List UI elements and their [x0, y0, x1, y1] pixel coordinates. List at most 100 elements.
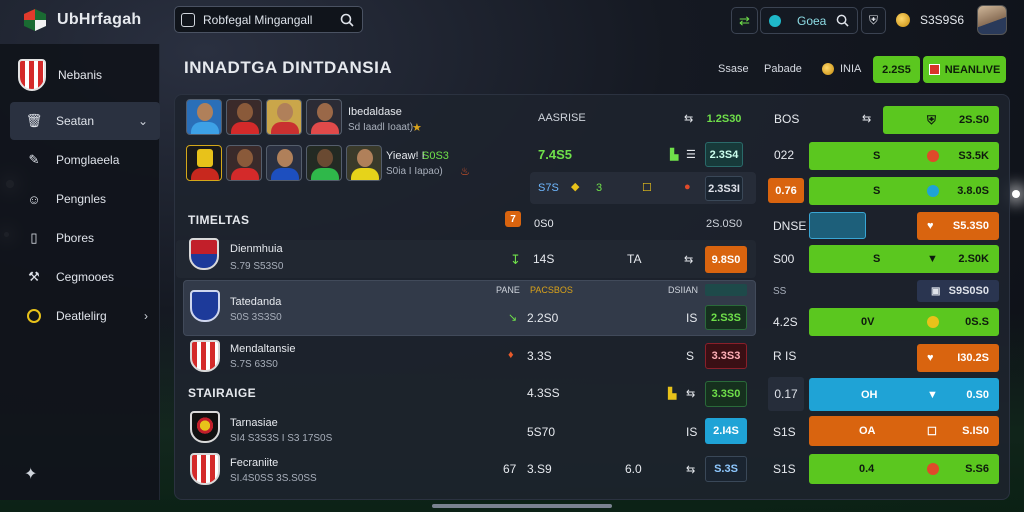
- header-link-ssase[interactable]: Ssase: [718, 63, 749, 75]
- odds-label: S: [873, 185, 881, 197]
- player-avatar[interactable]: [226, 145, 262, 181]
- odds-button[interactable]: OH ▼ 0.S0: [809, 378, 999, 411]
- standings-title: STAIRAIGE: [188, 386, 257, 400]
- score-box[interactable]: S.3S: [705, 456, 747, 482]
- odds-value: S.IS0: [962, 425, 989, 437]
- sidebar-item-seatan[interactable]: 🗑︎ Seatan ⌄: [10, 102, 160, 140]
- column-header: PANE: [496, 285, 520, 295]
- score-box[interactable]: 2.S3S: [705, 305, 747, 330]
- odds-value: 2.S0K: [958, 253, 989, 265]
- right-label: 4.2S: [773, 315, 798, 329]
- odds-label: S: [873, 253, 881, 265]
- team-crest-icon: [190, 411, 220, 443]
- sidebar-item-cegmooes[interactable]: ⚒ Cegmooes: [10, 258, 160, 296]
- right-label: DNSE: [773, 219, 807, 233]
- score-box[interactable]: 3.3S3: [705, 343, 747, 369]
- squad-row-1: [186, 99, 342, 135]
- trophy-icon: ▙: [668, 388, 677, 400]
- odds-empty-box[interactable]: [809, 212, 866, 239]
- search-input[interactable]: Robfegal Mingangall: [174, 6, 363, 33]
- odds-value: 2S.S0: [959, 114, 989, 126]
- chevron-right-icon: ›: [144, 309, 148, 323]
- right-label: S1S: [773, 462, 796, 476]
- team-crest-icon: [189, 238, 219, 270]
- odds-button[interactable]: 0V 0S.S: [809, 308, 999, 336]
- right-label-badge[interactable]: 0.76: [768, 178, 804, 203]
- stat-box[interactable]: 2.3S4: [705, 142, 743, 167]
- stadium-light: [1012, 190, 1020, 198]
- score-box[interactable]: 2.I4S: [705, 418, 747, 444]
- player-avatar[interactable]: [306, 99, 342, 135]
- team-sub: S.79 S53S0: [230, 261, 284, 272]
- user-avatar[interactable]: [977, 5, 1007, 35]
- squad-sub-2: S0ia I Iapao): [386, 166, 443, 177]
- odds-label: 0.4: [859, 463, 875, 475]
- player-avatar[interactable]: [346, 145, 382, 181]
- stat-value: 3: [596, 182, 603, 194]
- sidebar-item-deatlelirg[interactable]: Deatlelirg ›: [10, 297, 160, 335]
- odds-value: 0.S0: [966, 388, 989, 401]
- phone-icon: ▯: [30, 230, 38, 245]
- odds-label: S: [873, 150, 881, 162]
- horizontal-scrollbar[interactable]: [432, 504, 612, 508]
- header-pill-value[interactable]: 2.2S5: [873, 56, 920, 83]
- sidebar-item-pbores[interactable]: ▯ Pbores: [10, 219, 160, 257]
- score-box[interactable]: 3.3S0: [705, 381, 747, 407]
- shield-icon: ▼: [927, 388, 938, 401]
- standings-value: 3.S9: [527, 462, 552, 476]
- header-link-pabade[interactable]: Pabade: [764, 63, 802, 75]
- odds-button[interactable]: S S3.5K: [809, 142, 999, 170]
- player-avatar[interactable]: [226, 99, 262, 135]
- team-sub: S0S 3S3S0: [230, 312, 282, 323]
- sidebar-item-label: Pomglaeela: [56, 153, 120, 167]
- transfer-button[interactable]: ⇄: [731, 7, 758, 34]
- player-avatar[interactable]: [306, 145, 342, 181]
- odds-value: I30.2S: [957, 352, 989, 364]
- odds-button[interactable]: ⛨ 2S.S0: [883, 106, 999, 134]
- sidebar-team[interactable]: Nebanis: [18, 59, 102, 91]
- player-avatar[interactable]: [186, 99, 222, 135]
- column-header-box: [705, 284, 747, 296]
- users-icon: ☺: [27, 191, 41, 207]
- stat-box[interactable]: 2.3S3I: [705, 176, 743, 201]
- fixture-value: S: [686, 349, 695, 363]
- search-icon[interactable]: [340, 13, 354, 27]
- sidebar-item-pomglaeela[interactable]: ✎ Pomglaeela: [10, 141, 160, 179]
- club-badge[interactable]: [186, 145, 222, 181]
- column-header: PACSBOS: [530, 285, 573, 295]
- stat-value: S7S: [538, 182, 559, 194]
- odds-button[interactable]: S 3.8.0S: [809, 177, 999, 205]
- goal-button[interactable]: Goea: [760, 7, 858, 34]
- sidebar-item-pengnles[interactable]: ☺ Pengnles: [10, 180, 160, 218]
- player-avatar[interactable]: [266, 145, 302, 181]
- live-button[interactable]: NEANLIVE: [923, 56, 1006, 83]
- balance-value: S3S9S6: [920, 13, 965, 27]
- team-crest-icon: [190, 290, 220, 322]
- right-label: S1S: [773, 425, 796, 439]
- player-avatar[interactable]: [266, 99, 302, 135]
- right-label-box: 0.17: [768, 377, 804, 411]
- badge-icon: [927, 463, 939, 475]
- shield-icon: ⛨: [868, 13, 878, 27]
- team-sub: SI4 S3S3S I S3 17S0S: [230, 433, 333, 444]
- odds-button[interactable]: OA ☐ S.IS0: [809, 416, 999, 446]
- odds-button[interactable]: 0.4 S.S6: [809, 454, 999, 484]
- score-box[interactable]: 9.8S0: [705, 246, 747, 273]
- badge-icon: [927, 316, 939, 328]
- settings-icon[interactable]: ✦: [24, 464, 37, 484]
- odds-button[interactable]: ♥ S5.3S0: [917, 212, 999, 240]
- team-crest-icon: [190, 340, 220, 372]
- star-icon: ★: [412, 122, 422, 134]
- page-title: INNADTGA DINTDANSIA: [184, 58, 393, 77]
- ball-icon: ●: [684, 181, 691, 193]
- squad-row-2: [186, 145, 382, 181]
- sidebar-item-label: Pbores: [56, 231, 95, 245]
- bar-chart-icon: ▙: [670, 149, 679, 161]
- odds-button[interactable]: ♥ I30.2S: [917, 344, 999, 372]
- right-label: BOS: [774, 112, 800, 126]
- shield-button[interactable]: ⛨: [861, 7, 886, 34]
- arrow-icon: ↧: [510, 252, 521, 267]
- odds-button[interactable]: ▣ S9S0S0: [917, 280, 999, 302]
- fixtures-value: 0S0: [534, 218, 554, 230]
- odds-button[interactable]: S ▼ 2.S0K: [809, 245, 999, 273]
